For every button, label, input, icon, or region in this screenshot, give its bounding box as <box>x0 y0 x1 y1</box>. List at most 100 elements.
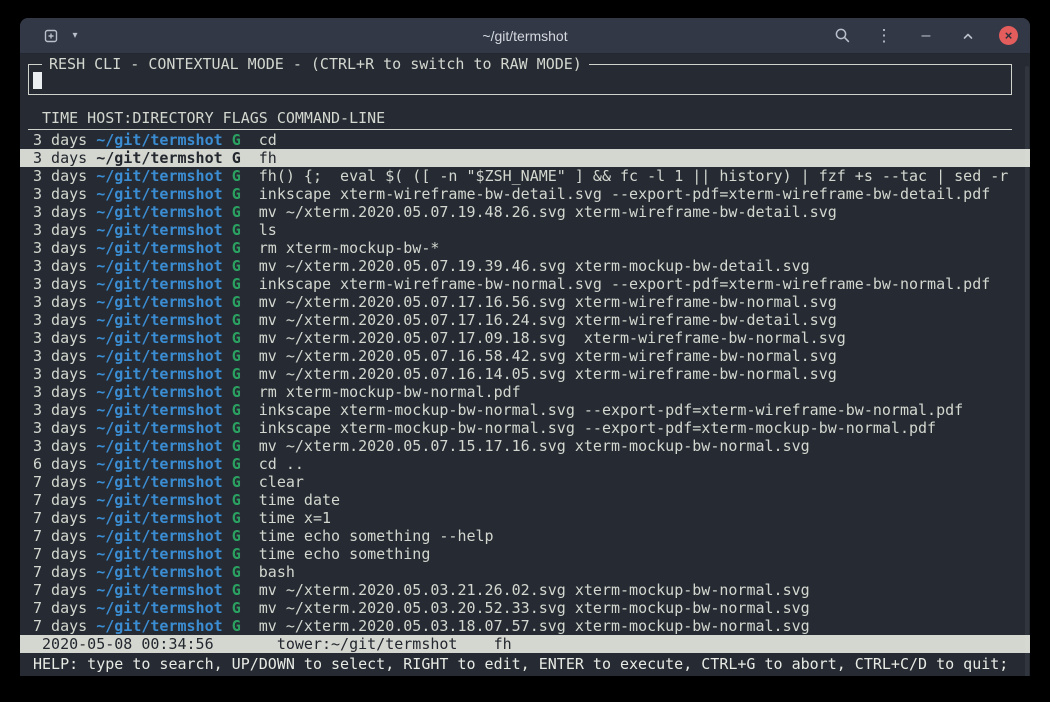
row-flag: G <box>232 329 259 347</box>
history-row[interactable]: 3 days ~/git/termshot G mv ~/xterm.2020.… <box>20 311 1030 329</box>
history-row[interactable]: 3 days ~/git/termshot G inkscape xterm-w… <box>20 275 1030 293</box>
history-row[interactable]: 3 days ~/git/termshot G mv ~/xterm.2020.… <box>20 203 1030 221</box>
history-row[interactable]: 7 days ~/git/termshot G time x=1 <box>20 509 1030 527</box>
row-cmd: inkscape xterm-mockup-bw-normal.svg --ex… <box>259 419 936 437</box>
history-row[interactable]: 3 days ~/git/termshot G rm xterm-mockup-… <box>20 239 1030 257</box>
row-dir: ~/git/termshot <box>96 563 231 581</box>
row-dir: ~/git/termshot <box>96 545 231 563</box>
row-dir: ~/git/termshot <box>96 509 231 527</box>
titlebar: ▾ ~/git/termshot ⋮ – <box>20 18 1030 54</box>
row-cmd: mv ~/xterm.2020.05.07.19.39.46.svg xterm… <box>259 257 810 275</box>
history-row[interactable]: 3 days ~/git/termshot G ls <box>20 221 1030 239</box>
row-dir: ~/git/termshot <box>96 311 231 329</box>
history-row[interactable]: 3 days ~/git/termshot G mv ~/xterm.2020.… <box>20 437 1030 455</box>
terminal-window: ▾ ~/git/termshot ⋮ – <box>20 18 1030 676</box>
row-dir: ~/git/termshot <box>96 599 231 617</box>
row-cmd: mv ~/xterm.2020.05.03.18.07.57.svg xterm… <box>259 617 810 635</box>
row-time: 3 days <box>33 347 96 365</box>
row-cmd: mv ~/xterm.2020.05.07.17.09.18.svg xterm… <box>259 329 846 347</box>
new-tab-icon <box>43 28 59 44</box>
history-row[interactable]: 3 days ~/git/termshot G mv ~/xterm.2020.… <box>20 329 1030 347</box>
new-tab-dropdown[interactable]: ▾ <box>64 24 86 48</box>
row-flag: G <box>232 455 259 473</box>
history-row[interactable]: 3 days ~/git/termshot G inkscape xterm-w… <box>20 185 1030 203</box>
caret-down-icon: ▾ <box>72 30 77 41</box>
search-box-title: RESH CLI - CONTEXTUAL MODE - (CTRL+R to … <box>42 55 589 73</box>
row-flag: G <box>232 221 259 239</box>
row-time: 3 days <box>33 329 96 347</box>
row-dir: ~/git/termshot <box>96 149 231 167</box>
row-dir: ~/git/termshot <box>96 383 231 401</box>
row-flag: G <box>232 149 259 167</box>
row-dir: ~/git/termshot <box>96 347 231 365</box>
history-row[interactable]: 3 days ~/git/termshot G fh() {; eval $( … <box>20 167 1030 185</box>
row-flag: G <box>232 131 259 149</box>
history-row[interactable]: 3 days ~/git/termshot G cd <box>20 131 1030 149</box>
column-header: TIME HOST:DIRECTORY FLAGS COMMAND-LINE <box>28 109 1012 130</box>
row-dir: ~/git/termshot <box>96 221 231 239</box>
scrollbar[interactable] <box>1025 66 1029 676</box>
row-time: 3 days <box>33 437 96 455</box>
menu-button[interactable]: ⋮ <box>873 24 895 48</box>
search-icon <box>834 27 851 44</box>
row-time: 3 days <box>33 365 96 383</box>
row-cmd: cd <box>259 131 277 149</box>
close-button[interactable]: × <box>999 26 1018 45</box>
row-flag: G <box>232 347 259 365</box>
history-row[interactable]: 3 days ~/git/termshot G mv ~/xterm.2020.… <box>20 293 1030 311</box>
row-cmd: mv ~/xterm.2020.05.03.21.26.02.svg xterm… <box>259 581 810 599</box>
row-time: 3 days <box>33 149 96 167</box>
history-row[interactable]: 3 days ~/git/termshot G mv ~/xterm.2020.… <box>20 257 1030 275</box>
row-cmd: mv ~/xterm.2020.05.07.15.17.16.svg xterm… <box>259 437 810 455</box>
row-time: 7 days <box>33 491 96 509</box>
row-flag: G <box>232 239 259 257</box>
history-row[interactable]: 7 days ~/git/termshot G time echo someth… <box>20 545 1030 563</box>
history-row[interactable]: 3 days ~/git/termshot G rm xterm-mockup-… <box>20 383 1030 401</box>
row-flag: G <box>232 311 259 329</box>
history-row[interactable]: 6 days ~/git/termshot G cd .. <box>20 455 1030 473</box>
row-dir: ~/git/termshot <box>96 185 231 203</box>
new-tab-button[interactable] <box>40 24 62 48</box>
search-box[interactable]: RESH CLI - CONTEXTUAL MODE - (CTRL+R to … <box>28 64 1012 95</box>
row-flag: G <box>232 491 259 509</box>
row-cmd: inkscape xterm-wireframe-bw-normal.svg -… <box>259 275 991 293</box>
maximize-button[interactable] <box>957 24 979 48</box>
maximize-icon <box>961 29 975 43</box>
row-time: 7 days <box>33 563 96 581</box>
history-row[interactable]: 3 days ~/git/termshot G mv ~/xterm.2020.… <box>20 365 1030 383</box>
history-row[interactable]: 7 days ~/git/termshot G bash <box>20 563 1030 581</box>
minimize-button[interactable]: – <box>915 24 937 48</box>
row-time: 7 days <box>33 617 96 635</box>
row-flag: G <box>232 419 259 437</box>
row-time: 3 days <box>33 311 96 329</box>
row-cmd: inkscape xterm-mockup-bw-normal.svg --ex… <box>259 401 963 419</box>
history-row[interactable]: 7 days ~/git/termshot G mv ~/xterm.2020.… <box>20 581 1030 599</box>
row-time: 3 days <box>33 185 96 203</box>
history-row[interactable]: 7 days ~/git/termshot G time date <box>20 491 1030 509</box>
history-row[interactable]: 3 days ~/git/termshot G inkscape xterm-m… <box>20 419 1030 437</box>
row-flag: G <box>232 599 259 617</box>
search-button[interactable] <box>831 24 853 48</box>
row-cmd: time x=1 <box>259 509 331 527</box>
row-cmd: clear <box>259 473 304 491</box>
history-row[interactable]: 7 days ~/git/termshot G mv ~/xterm.2020.… <box>20 617 1030 635</box>
status-bar: 2020-05-08 00:34:56 tower:~/git/termshot… <box>20 635 1030 653</box>
history-row[interactable]: 3 days ~/git/termshot G inkscape xterm-m… <box>20 401 1030 419</box>
row-dir: ~/git/termshot <box>96 419 231 437</box>
row-flag: G <box>232 527 259 545</box>
row-cmd: mv ~/xterm.2020.05.07.17.16.24.svg xterm… <box>259 311 837 329</box>
history-row[interactable]: 7 days ~/git/termshot G time echo someth… <box>20 527 1030 545</box>
row-time: 7 days <box>33 599 96 617</box>
row-flag: G <box>232 563 259 581</box>
history-row[interactable]: 3 days ~/git/termshot G fh <box>20 149 1030 167</box>
row-flag: G <box>232 275 259 293</box>
history-row[interactable]: 7 days ~/git/termshot G clear <box>20 473 1030 491</box>
row-time: 3 days <box>33 203 96 221</box>
history-row[interactable]: 3 days ~/git/termshot G mv ~/xterm.2020.… <box>20 347 1030 365</box>
row-cmd: ls <box>259 221 277 239</box>
row-time: 3 days <box>33 419 96 437</box>
row-time: 7 days <box>33 527 96 545</box>
row-cmd: time date <box>259 491 340 509</box>
row-flag: G <box>232 257 259 275</box>
history-row[interactable]: 7 days ~/git/termshot G mv ~/xterm.2020.… <box>20 599 1030 617</box>
